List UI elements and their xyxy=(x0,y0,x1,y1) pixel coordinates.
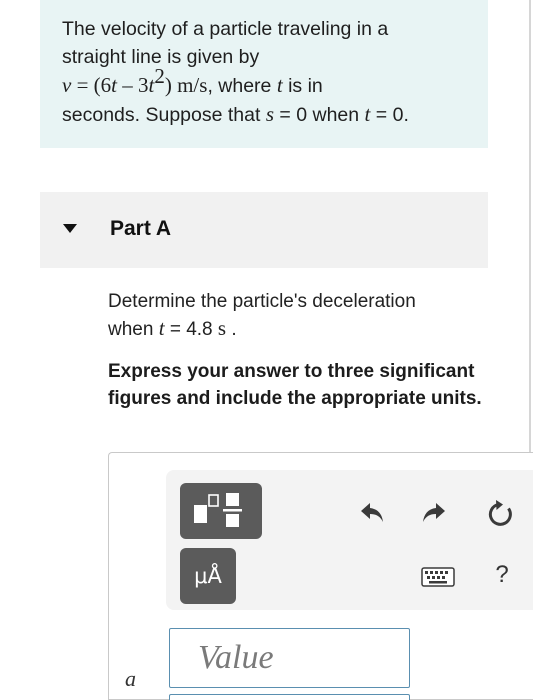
templates-icon xyxy=(194,493,242,527)
question-text: Determine the particle's deceleration wh… xyxy=(108,288,488,343)
help-button[interactable]: ? xyxy=(488,558,516,592)
problem-statement: The velocity of a particle traveling in … xyxy=(62,15,462,129)
question-line-2: when t = 4.8 s . xyxy=(108,316,237,340)
answer-variable-label: a xyxy=(125,666,136,691)
part-a-header[interactable] xyxy=(40,192,488,268)
reset-icon xyxy=(488,500,512,526)
templates-button[interactable] xyxy=(180,483,262,539)
problem-line-4: seconds. Suppose that s = 0 when t = 0. xyxy=(62,102,409,126)
value-input[interactable] xyxy=(169,628,410,688)
problem-line-2: straight line is given by xyxy=(62,46,260,68)
redo-icon xyxy=(423,503,445,522)
undo-icon xyxy=(361,503,383,522)
units-button[interactable]: μÅ xyxy=(180,548,236,604)
answer-instructions: Express your answer to three significant… xyxy=(108,361,482,409)
undo-button[interactable] xyxy=(358,498,388,528)
question-line-1: Determine the particle's deceleration xyxy=(108,291,416,312)
collapse-triangle-icon[interactable] xyxy=(63,224,77,233)
help-icon: ? xyxy=(495,561,509,588)
units-icon: μÅ xyxy=(194,564,222,588)
redo-button[interactable] xyxy=(418,498,448,528)
part-title: Part A xyxy=(110,217,172,240)
units-input[interactable] xyxy=(169,694,410,700)
keyboard-icon xyxy=(421,567,455,587)
problem-line-3: v = (6t – 3t2) m/s, where t is in xyxy=(62,63,323,97)
velocity-variable: v xyxy=(62,73,72,97)
reset-button[interactable] xyxy=(485,498,517,530)
keyboard-button[interactable] xyxy=(420,563,456,591)
problem-line-1: The velocity of a particle traveling in … xyxy=(62,18,389,40)
